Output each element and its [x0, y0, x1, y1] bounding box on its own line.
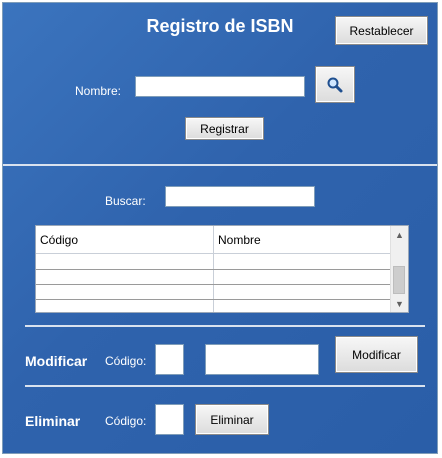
modify-code-label: Código:	[105, 354, 147, 368]
name-input[interactable]	[135, 76, 305, 97]
delete-button[interactable]: Eliminar	[195, 404, 269, 435]
search-input[interactable]	[165, 186, 315, 207]
delete-code-label: Código:	[105, 414, 147, 428]
modify-button[interactable]: Modificar	[335, 336, 418, 373]
scroll-down-icon[interactable]: ▼	[391, 297, 408, 311]
modify-code-input[interactable]	[155, 344, 184, 375]
search-icon	[327, 77, 343, 92]
table-scrollbar[interactable]: ▲ ▼	[390, 226, 408, 312]
modify-section-label: Modificar	[25, 353, 88, 369]
data-table[interactable]: Código Nombre ▲ ▼	[35, 225, 409, 313]
table-row[interactable]	[36, 269, 392, 270]
scroll-up-icon[interactable]: ▲	[391, 228, 408, 242]
divider	[3, 164, 437, 166]
search-label: Buscar:	[105, 194, 146, 208]
table-header-code[interactable]: Código	[36, 226, 214, 254]
scrollbar-thumb[interactable]	[393, 266, 405, 294]
divider	[25, 325, 425, 327]
register-button[interactable]: Registrar	[185, 117, 264, 140]
delete-section-label: Eliminar	[25, 413, 81, 429]
table-row[interactable]	[36, 284, 392, 285]
divider	[25, 385, 425, 387]
search-button[interactable]	[315, 66, 355, 103]
table-header-name[interactable]: Nombre	[214, 226, 392, 254]
reset-button[interactable]: Restablecer	[335, 16, 428, 45]
name-label: Nombre:	[75, 84, 122, 98]
table-row[interactable]	[36, 299, 392, 300]
modify-name-input[interactable]	[205, 344, 319, 375]
delete-code-input[interactable]	[155, 404, 184, 435]
